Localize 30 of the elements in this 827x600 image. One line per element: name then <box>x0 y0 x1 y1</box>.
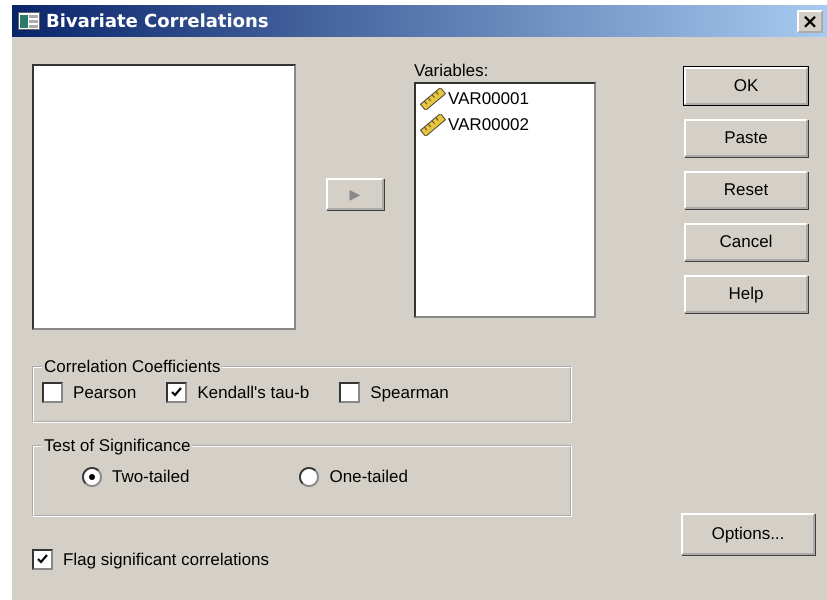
dialog-button[interactable]: Reset <box>684 171 808 209</box>
dialog-button[interactable]: Help <box>684 275 808 313</box>
dialog-button[interactable]: Cancel <box>684 223 808 261</box>
checkbox-label: Flag significant correlations <box>63 550 269 570</box>
check-icon <box>37 554 48 565</box>
source-variable-list[interactable] <box>32 64 296 330</box>
checkbox[interactable] <box>32 549 53 570</box>
radio-button[interactable] <box>299 467 320 487</box>
checkbox-label: Kendall's tau-b <box>197 382 310 402</box>
dialog-button[interactable]: Paste <box>684 119 808 157</box>
checkbox[interactable] <box>339 382 360 403</box>
options-button[interactable]: Options... <box>681 513 815 555</box>
checkbox-label: Spearman <box>370 382 449 402</box>
variables-list[interactable]: VAR00001 VAR00002 <box>414 82 596 318</box>
group-title: Correlation Coefficients <box>43 358 222 376</box>
window-icon <box>18 12 40 30</box>
radio-label: One-tailed <box>329 467 408 487</box>
checkbox[interactable] <box>42 382 63 403</box>
variable-item[interactable]: VAR00001 <box>448 89 529 109</box>
dialog-button[interactable]: OK <box>684 67 808 105</box>
radio-button[interactable] <box>82 467 102 487</box>
variables-label: Variables: <box>414 62 490 80</box>
group-title: Test of Significance <box>43 437 192 455</box>
checkbox-label: Pearson <box>73 382 136 402</box>
check-icon <box>171 387 182 398</box>
checkbox[interactable] <box>166 382 188 403</box>
close-button[interactable]: × <box>797 10 823 32</box>
variable-item[interactable]: VAR00002 <box>448 115 529 135</box>
window-title: Bivariate Correlations <box>46 10 270 32</box>
radio-label: Two-tailed <box>112 467 190 487</box>
